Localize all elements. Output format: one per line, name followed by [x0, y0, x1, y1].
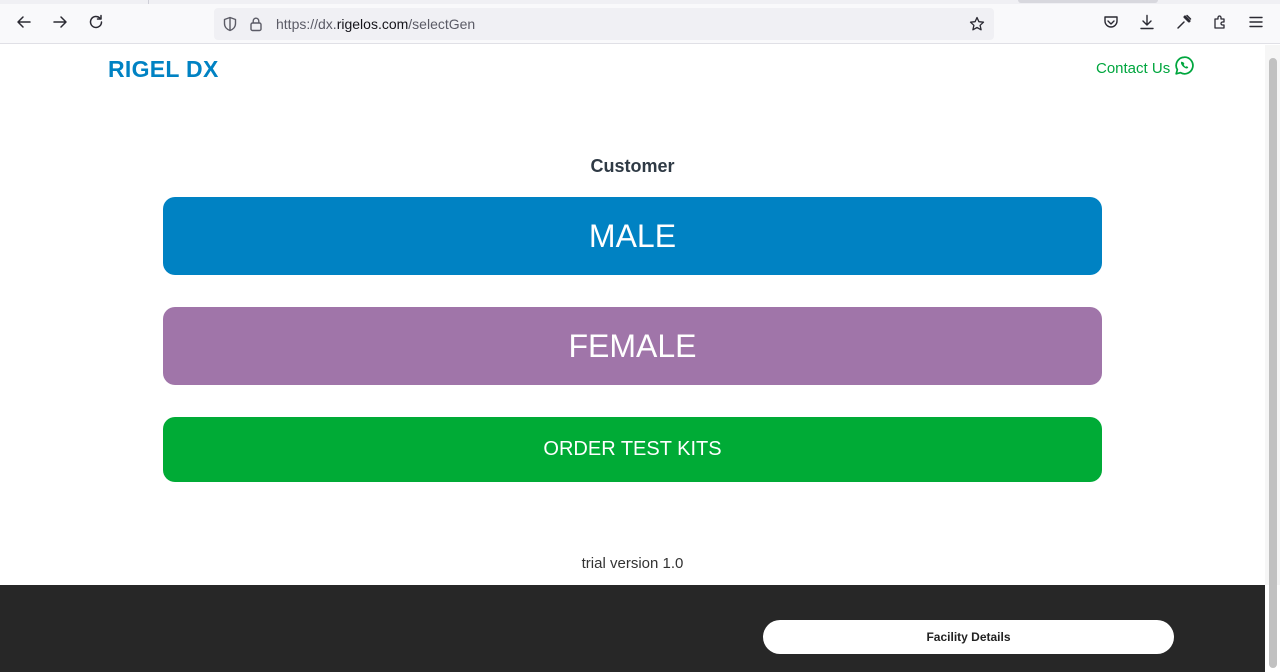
url-prefix: https://dx.: [276, 16, 337, 32]
forward-arrow-icon[interactable]: [48, 10, 72, 34]
eyedropper-icon[interactable]: [1176, 14, 1192, 30]
male-button[interactable]: MALE: [163, 197, 1102, 275]
version-text: trial version 1.0: [581, 555, 684, 572]
customer-heading: Customer: [590, 156, 675, 176]
facility-details-button[interactable]: Facility Details: [763, 620, 1174, 654]
pocket-icon[interactable]: [1103, 14, 1119, 30]
contact-us-link[interactable]: Contact Us: [1096, 56, 1195, 77]
whatsapp-icon: [1175, 56, 1194, 75]
url-text[interactable]: https://dx.rigelos.com/selectGen: [276, 16, 475, 32]
shield-icon[interactable]: [222, 16, 238, 32]
page-footer: Facility Details: [0, 585, 1265, 672]
female-button[interactable]: FEMALE: [163, 307, 1102, 385]
menu-icon[interactable]: [1248, 14, 1264, 30]
contact-us-label: Contact Us: [1096, 60, 1171, 77]
order-test-kits-button[interactable]: ORDER TEST KITS: [163, 417, 1102, 482]
site-logo[interactable]: RIGEL DX: [108, 56, 219, 83]
bookmark-star-icon[interactable]: [969, 16, 985, 32]
url-path: /selectGen: [408, 16, 476, 32]
download-icon[interactable]: [1139, 14, 1155, 30]
extensions-icon[interactable]: [1212, 14, 1228, 30]
reload-icon[interactable]: [84, 10, 108, 34]
scrollbar-thumb[interactable]: [1269, 58, 1277, 668]
tab-indicator: [1018, 0, 1158, 3]
tab-divider: [148, 0, 149, 4]
url-host: rigelos.com: [336, 16, 409, 32]
browser-toolbar: https://dx.rigelos.com/selectGen: [0, 0, 1280, 44]
back-arrow-icon[interactable]: [12, 10, 36, 34]
url-bar[interactable]: https://dx.rigelos.com/selectGen: [214, 8, 994, 40]
lock-icon[interactable]: [248, 16, 264, 32]
